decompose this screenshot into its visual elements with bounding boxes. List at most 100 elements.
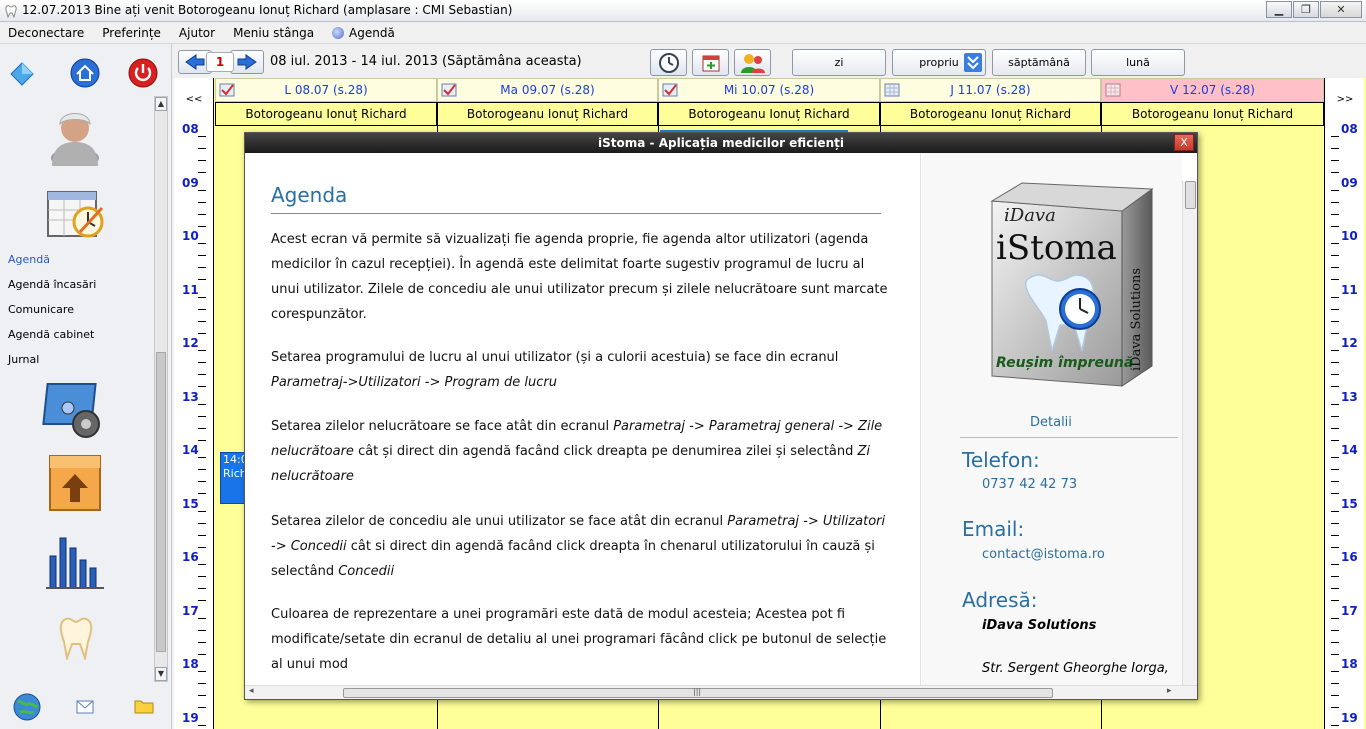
- home-icon[interactable]: [70, 58, 100, 88]
- dialog-vertical-scrollbar[interactable]: [1182, 181, 1197, 685]
- time-tick: [198, 653, 206, 655]
- view-month-button[interactable]: lună: [1091, 49, 1185, 76]
- user-header-wed[interactable]: Botorogeanu Ionuț Richard: [658, 102, 880, 126]
- time-tick: [198, 707, 206, 708]
- help-text: Setarea zilelor nelucrătoare se face atâ…: [271, 419, 610, 434]
- help-path: Concedii: [338, 564, 395, 579]
- time-tick: [198, 522, 206, 524]
- day-header-wed[interactable]: Mi 10.07 (s.28): [658, 78, 880, 102]
- checked-calendar-icon: [219, 83, 235, 97]
- time-tick: [1331, 403, 1339, 405]
- diamond-icon[interactable]: [8, 60, 36, 88]
- menu-deconectare[interactable]: Deconectare: [8, 26, 84, 40]
- checked-calendar-icon: [662, 83, 678, 97]
- time-tick: [1331, 320, 1339, 322]
- hour-label: 18: [1341, 657, 1358, 671]
- dialog-close-button[interactable]: X: [1174, 134, 1194, 151]
- time-tick: [1331, 362, 1339, 363]
- power-icon[interactable]: [128, 58, 158, 88]
- scroll-days-next[interactable]: >>: [1325, 94, 1365, 105]
- mail-icon[interactable]: [76, 700, 94, 714]
- hour-label: 09: [182, 175, 199, 190]
- menu-meniu-stanga[interactable]: Meniu stânga: [233, 26, 314, 40]
- time-tick: [1331, 724, 1339, 726]
- user-header-tue[interactable]: Botorogeanu Ionuț Richard: [437, 102, 658, 126]
- user-header-mon[interactable]: Botorogeanu Ionuț Richard: [215, 102, 437, 126]
- time-tick: [198, 255, 206, 256]
- dialog-horizontal-scrollbar[interactable]: ◂ ||| ▸: [245, 685, 1197, 699]
- menu-agenda[interactable]: Agendă: [332, 26, 395, 40]
- clock-button[interactable]: [650, 49, 687, 76]
- menu-ajutor[interactable]: Ajutor: [179, 26, 215, 40]
- view-day-button[interactable]: zi: [792, 49, 886, 76]
- week-counter[interactable]: 1: [206, 52, 234, 72]
- day-header-tue[interactable]: Ma 09.07 (s.28): [437, 78, 658, 102]
- bar-chart-icon[interactable]: [42, 530, 108, 594]
- hour-label: 15: [182, 496, 199, 511]
- sidebar-item-agenda[interactable]: Agendă: [8, 252, 96, 277]
- help-paragraph: Acest ecran vă permite să vizualizați fi…: [271, 232, 888, 322]
- day-header-fri[interactable]: V 12.07 (s.28): [1101, 78, 1324, 102]
- scroll-up-icon[interactable]: ▲: [155, 97, 167, 111]
- close-icon: ✕: [1336, 3, 1346, 16]
- time-tick: [198, 439, 206, 441]
- help-text: Setarea programului de lucru al unui uti…: [271, 350, 839, 365]
- time-tick: [1331, 600, 1339, 601]
- details-link[interactable]: Detalii: [1030, 415, 1072, 430]
- menu-preferinte[interactable]: Preferințe: [102, 26, 161, 40]
- logo-product-text: iStoma: [996, 228, 1117, 268]
- checked-calendar-icon: [441, 83, 457, 97]
- istoma-product-box-logo: iDava iStoma Reușim împreună iDava Solut…: [990, 182, 1154, 387]
- globe-icon[interactable]: [12, 692, 42, 722]
- close-window-button[interactable]: ✕: [1320, 1, 1362, 18]
- time-tick: [198, 427, 206, 429]
- sidebar-scroll-thumb[interactable]: [156, 352, 166, 652]
- scroll-left-icon[interactable]: ◂: [249, 686, 254, 696]
- time-tick: [1331, 213, 1339, 215]
- title-bar: 12.07.2013 Bine ați venit Botorogeanu Io…: [0, 0, 1366, 22]
- sidebar-item-agenda-cabinet[interactable]: Agendă cabinet: [8, 327, 96, 352]
- folder-icon[interactable]: [134, 698, 154, 714]
- maximize-button[interactable]: ❐: [1293, 1, 1319, 18]
- next-week-button[interactable]: [230, 50, 264, 74]
- users-icon: [740, 53, 765, 73]
- view-own-dropdown[interactable]: propriu: [892, 49, 986, 76]
- minimize-button[interactable]: ▁: [1266, 1, 1292, 18]
- sidebar-item-agenda-incasari[interactable]: Agendă încasări: [8, 277, 96, 302]
- user-header-fri[interactable]: Botorogeanu Ionuț Richard: [1101, 102, 1324, 126]
- time-tick: [198, 546, 206, 548]
- window-controls: ▁ ❐ ✕: [1265, 1, 1362, 19]
- hour-label: 16: [1341, 550, 1358, 564]
- calendar-clock-icon[interactable]: [44, 186, 106, 242]
- agenda-menu-icon: [332, 26, 345, 39]
- time-tick: [1331, 148, 1339, 149]
- hour-label: 09: [1341, 175, 1358, 190]
- sidebar-scrollbar[interactable]: ▲ ▼: [154, 96, 168, 682]
- left-sidebar: Agendă Agendă încasări Comunicare Agendă…: [0, 44, 172, 729]
- time-tick: [1331, 534, 1339, 536]
- time-tick: [198, 308, 206, 310]
- email-link[interactable]: contact@istoma.ro: [982, 547, 1105, 562]
- archive-box-icon[interactable]: [46, 452, 104, 514]
- settings-gear-icon[interactable]: [42, 380, 108, 442]
- phone-heading: Telefon:: [962, 448, 1040, 472]
- add-appointment-button[interactable]: [692, 49, 729, 76]
- doctor-avatar-icon[interactable]: [44, 104, 106, 166]
- tooth-icon[interactable]: [58, 616, 94, 660]
- sidebar-item-comunicare[interactable]: Comunicare: [8, 302, 96, 327]
- user-header-thu[interactable]: Botorogeanu Ionuț Richard: [880, 102, 1101, 126]
- time-tick: [1331, 415, 1339, 417]
- view-week-button[interactable]: săptămână: [992, 49, 1086, 76]
- day-header-mon[interactable]: L 08.07 (s.28): [215, 78, 437, 102]
- sidebar-item-jurnal[interactable]: Jurnal: [8, 352, 96, 377]
- calendar-grid-icon: [884, 83, 900, 97]
- day-header-thu[interactable]: J 11.07 (s.28): [880, 78, 1101, 102]
- scroll-right-icon[interactable]: ▸: [1167, 686, 1172, 696]
- day-label: J 11.07 (s.28): [950, 83, 1031, 97]
- users-button[interactable]: [734, 49, 771, 76]
- scroll-days-prev[interactable]: <<: [174, 94, 214, 105]
- scroll-down-icon[interactable]: ▼: [155, 667, 167, 681]
- hour-label: 12: [1341, 336, 1358, 350]
- dialog-scroll-thumb[interactable]: [1185, 181, 1196, 209]
- calendar-toolbar: 1 08 iul. 2013 - 14 iul. 2013 (Săptămâna…: [174, 46, 1366, 78]
